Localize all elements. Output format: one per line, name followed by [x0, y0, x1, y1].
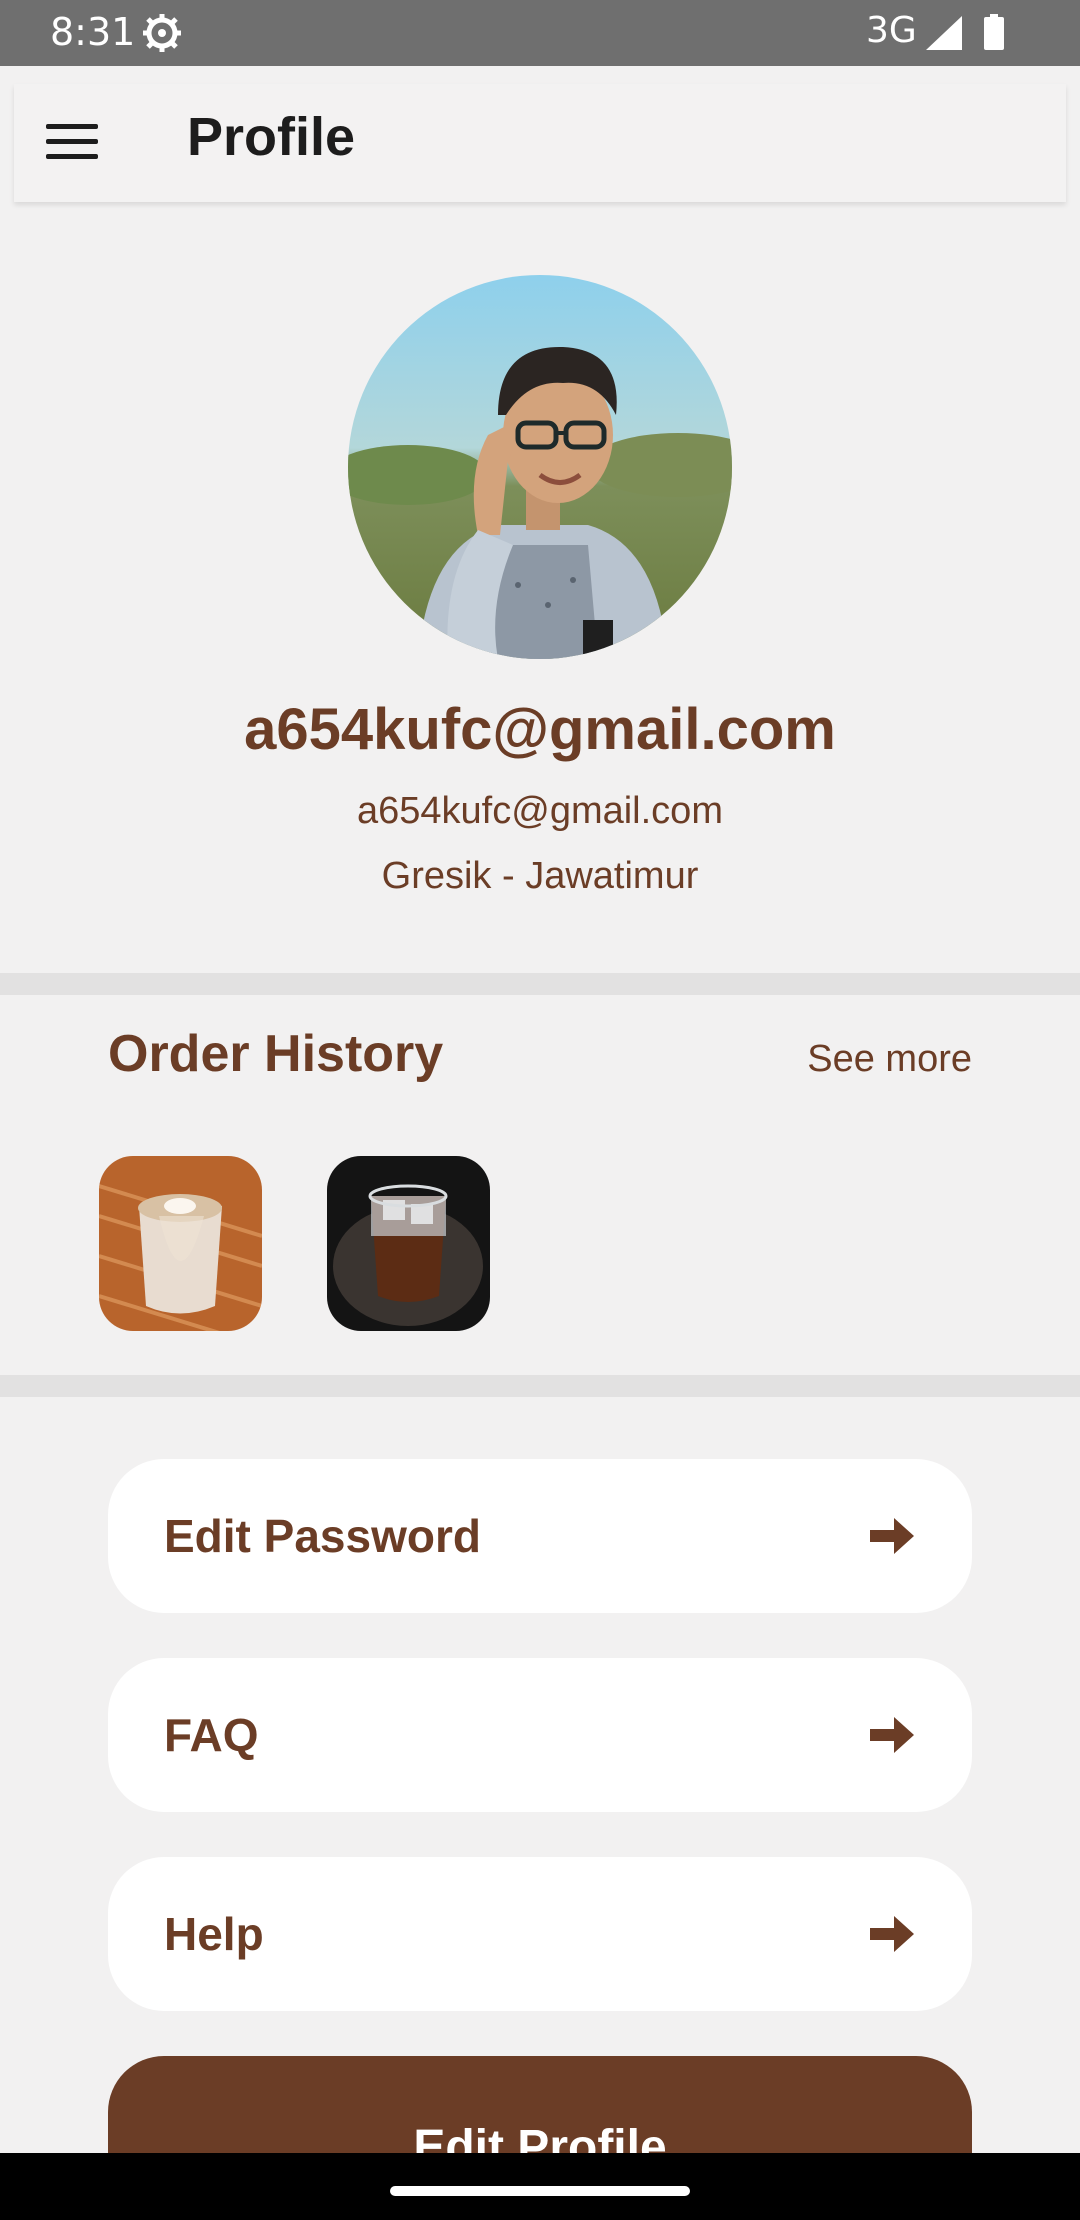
- profile-name: a654kufc@gmail.com: [244, 697, 836, 762]
- order-item-latte[interactable]: [99, 1156, 262, 1331]
- help-label: Help: [164, 1908, 264, 1960]
- app-bar: Profile: [14, 84, 1066, 202]
- signal-icon: [926, 16, 962, 50]
- arrow-right-icon: [870, 1518, 914, 1554]
- profile-location: Gresik - Jawatimur: [381, 855, 699, 897]
- battery-icon: [984, 14, 1004, 50]
- settings-gear-icon: [143, 14, 181, 52]
- help-button[interactable]: Help: [108, 1857, 972, 2011]
- arrow-right-icon: [870, 1717, 914, 1753]
- avatar[interactable]: [348, 275, 732, 659]
- status-time: 8:31: [50, 10, 136, 54]
- profile-email: a654kufc@gmail.com: [357, 790, 723, 832]
- home-gesture-handle[interactable]: [390, 2186, 690, 2196]
- page-title: Profile: [187, 107, 356, 167]
- see-more-link[interactable]: See more: [807, 1038, 972, 1081]
- system-nav-bar: [0, 2153, 1080, 2220]
- status-bar: 8:31 3G: [0, 0, 1080, 66]
- section-divider: [0, 973, 1080, 995]
- section-divider: [0, 1375, 1080, 1397]
- network-type: 3G: [866, 10, 917, 51]
- edit-password-button[interactable]: Edit Password: [108, 1459, 972, 1613]
- order-history-title: Order History: [108, 1025, 444, 1083]
- faq-label: FAQ: [164, 1709, 259, 1761]
- edit-password-label: Edit Password: [164, 1510, 481, 1562]
- order-item-iced-coffee[interactable]: [327, 1156, 490, 1331]
- hamburger-menu-icon[interactable]: [46, 124, 98, 160]
- arrow-right-icon: [870, 1916, 914, 1952]
- faq-button[interactable]: FAQ: [108, 1658, 972, 1812]
